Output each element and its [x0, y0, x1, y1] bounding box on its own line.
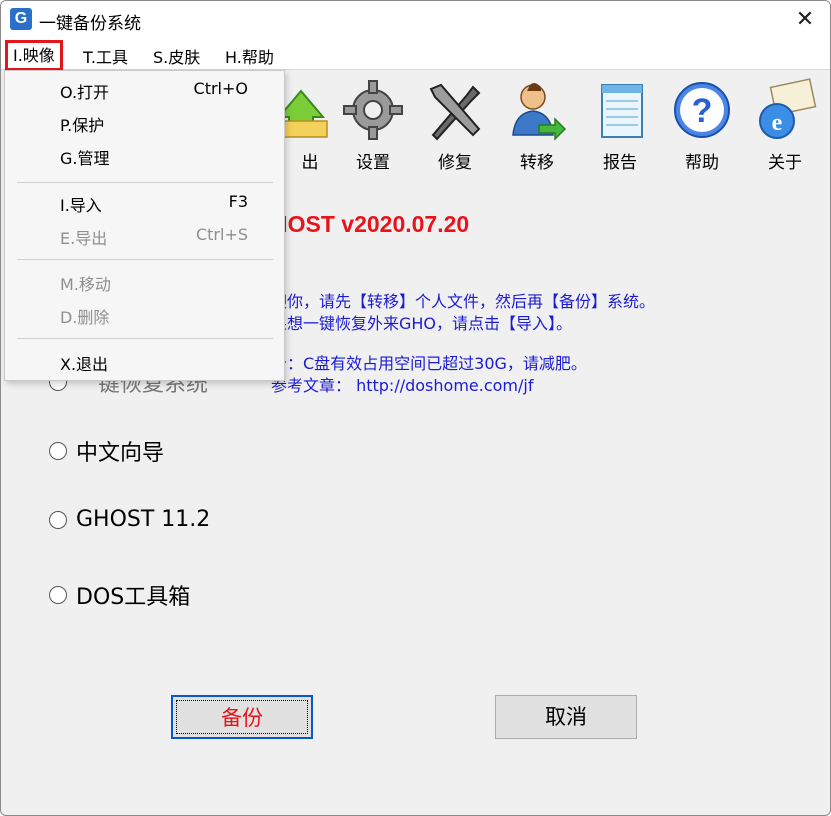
backup-button[interactable]: 备份 — [171, 695, 313, 739]
menu-item-exit[interactable]: X.退出 — [5, 346, 284, 376]
toolbar-report-label: 报告 — [603, 153, 637, 173]
menu-separator — [17, 182, 273, 183]
toolbar-settings-button[interactable]: 设置 — [335, 77, 411, 173]
toolbar-settings-label: 设置 — [356, 153, 390, 173]
menu-bar: I.映像 T.工具 S.皮肤 H.帮助 — [1, 39, 830, 71]
menu-item-import-shortcut: F3 — [228, 192, 248, 211]
svg-text:?: ? — [692, 92, 713, 130]
menu-skin[interactable]: S.皮肤 — [149, 43, 204, 69]
svg-text:e: e — [772, 110, 783, 136]
menu-item-import-label: I.导入 — [60, 196, 102, 215]
menu-item-export: E.导出 Ctrl+S — [5, 220, 284, 250]
menu-item-open-label: O.打开 — [60, 83, 110, 102]
notepad-icon — [601, 84, 643, 138]
option-dos-toolbox-label: DOS工具箱 — [76, 585, 191, 610]
menu-item-export-label: E.导出 — [60, 229, 108, 248]
info-line-1: 迎你，请先【转移】个人文件，然后再【备份】系统。 — [271, 292, 656, 311]
menu-item-open[interactable]: O.打开 Ctrl+O — [5, 74, 284, 104]
menu-item-delete: D.删除 — [5, 299, 284, 329]
menu-item-import[interactable]: I.导入 F3 — [5, 187, 284, 217]
option-ghost[interactable]: GHOST 11.2 — [49, 507, 210, 532]
menu-item-open-shortcut: Ctrl+O — [193, 79, 248, 98]
toolbar-transfer-button[interactable]: 转移 — [499, 77, 575, 173]
title-bar: G 一键备份系统 ✕ — [1, 1, 830, 39]
radio-dos-toolbox[interactable] — [49, 586, 67, 604]
info-line-2: 果想一键恢复外来GHO，请点击【导入】。 — [271, 314, 573, 333]
menu-item-move-label: M.移动 — [60, 275, 111, 294]
image-menu-dropdown: O.打开 Ctrl+O P.保护 G.管理 I.导入 F3 E.导出 Ctrl+… — [4, 70, 285, 381]
toolbar-about-button[interactable]: e 关于 — [747, 77, 823, 173]
toolbar-transfer-label: 转移 — [520, 153, 554, 173]
menu-separator — [17, 338, 273, 339]
info-line-4: 参考文章： http://doshome.com/jf — [271, 376, 534, 395]
window-title: 一键备份系统 — [39, 14, 141, 34]
option-dos-toolbox[interactable]: DOS工具箱 — [49, 579, 190, 611]
menu-tools[interactable]: T.工具 — [79, 43, 132, 69]
menu-item-protect[interactable]: P.保护 — [5, 107, 284, 137]
menu-item-manage[interactable]: G.管理 — [5, 140, 284, 170]
app-logo-icon: G — [10, 8, 32, 30]
menu-image[interactable]: I.映像 — [5, 40, 63, 71]
menu-help[interactable]: H.帮助 — [221, 43, 278, 69]
close-button[interactable]: ✕ — [790, 5, 820, 35]
help-icon: ? — [674, 82, 730, 138]
info-line-3: 告：C盘有效占用空间已超过30G，请减肥。 — [271, 354, 587, 373]
cancel-button[interactable]: 取消 — [495, 695, 637, 739]
radio-chinese-wizard[interactable] — [49, 442, 67, 460]
toolbar-about-label: 关于 — [768, 153, 802, 173]
ie-envelope-icon: e — [759, 78, 817, 139]
ghost-version-title: HOST v2020.07.20 — [271, 211, 470, 237]
toolbar-repair-label: 修复 — [438, 153, 472, 173]
option-chinese-wizard-label: 中文向导 — [76, 441, 165, 466]
option-ghost-label: GHOST 11.2 — [76, 507, 211, 532]
menu-item-move: M.移动 — [5, 266, 284, 296]
menu-item-protect-label: P.保护 — [60, 116, 105, 135]
user-transfer-icon — [512, 83, 567, 141]
menu-item-export-shortcut: Ctrl+S — [195, 225, 248, 244]
toolbar-repair-button[interactable]: 修复 — [417, 77, 493, 173]
toolbar-report-button[interactable]: 报告 — [582, 77, 658, 173]
wrench-screwdriver-icon — [429, 83, 481, 141]
menu-separator — [17, 259, 273, 260]
menu-item-delete-label: D.删除 — [60, 308, 110, 327]
toolbar-help-button[interactable]: ? 帮助 — [664, 77, 740, 173]
app-window: G 一键备份系统 ✕ I.映像 T.工具 S.皮肤 H.帮助 出 设置 修复 转… — [0, 0, 831, 816]
gear-icon — [343, 80, 403, 140]
menu-item-exit-label: X.退出 — [60, 355, 109, 374]
radio-ghost[interactable] — [49, 510, 67, 529]
toolbar-help-label: 帮助 — [685, 153, 719, 173]
option-chinese-wizard[interactable]: 中文向导 — [49, 435, 164, 467]
menu-item-manage-label: G.管理 — [60, 149, 110, 168]
